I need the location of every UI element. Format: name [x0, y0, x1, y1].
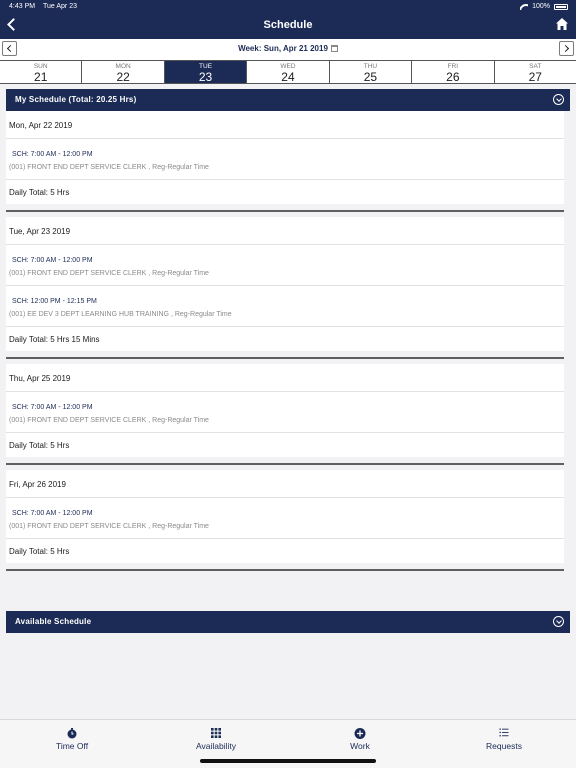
divider: [6, 463, 564, 465]
battery-percent: 100%: [532, 3, 550, 10]
available-schedule-title: Available Schedule: [15, 617, 92, 626]
navigation-bar: 4:43 PM Tue Apr 23 100% Schedule: [0, 0, 576, 39]
shift-time: SCH: 7:00 AM - 12:00 PM: [12, 151, 93, 158]
schedule-day: Mon, Apr 22 2019 SCH: 7:00 AM - 12:00 PM…: [6, 111, 564, 204]
home-icon[interactable]: [555, 17, 569, 31]
day-wed[interactable]: WED 24: [247, 61, 330, 84]
shift-time: SCH: 12:00 PM - 12:15 PM: [12, 298, 97, 305]
day-number: 26: [446, 70, 460, 84]
schedule-date: Mon, Apr 22 2019: [6, 111, 564, 139]
day-name: TUE: [199, 63, 213, 70]
chevron-right-icon: [561, 44, 570, 53]
page-title: Schedule: [263, 19, 313, 31]
day-number: 22: [116, 70, 130, 84]
shift-time: SCH: 7:00 AM - 12:00 PM: [12, 510, 93, 517]
time-off-icon: [67, 728, 77, 739]
day-strip: SUN 21 MON 22 TUE 23 WED 24 THU 25 FRI 26 SAT 2…: [0, 60, 576, 84]
shift-time: SCH: 7:00 AM - 12:00 PM: [12, 257, 93, 264]
divider: [6, 357, 564, 359]
grid-icon: [211, 728, 221, 738]
tab-label: Work: [350, 741, 370, 751]
shift-row[interactable]: SCH: 7:00 AM - 12:00 PM (001) FRONT END …: [6, 498, 564, 539]
week-selector: Week: Sun, Apr 21 2019: [0, 39, 576, 60]
schedule-day: Thu, Apr 25 2019 SCH: 7:00 AM - 12:00 PM…: [6, 364, 564, 457]
available-schedule-header[interactable]: Available Schedule: [6, 611, 570, 633]
divider: [6, 569, 564, 571]
day-sat[interactable]: SAT 27: [495, 61, 576, 84]
day-fri[interactable]: FRI 26: [412, 61, 495, 84]
divider: [6, 210, 564, 212]
wifi-icon: [520, 4, 528, 10]
status-indicators: 100%: [520, 3, 568, 10]
shift-description: (001) FRONT END DEPT SERVICE CLERK , Reg…: [9, 523, 209, 530]
day-number: 21: [34, 70, 48, 84]
day-name: THU: [363, 63, 378, 70]
daily-total: Daily Total: 5 Hrs 15 Mins: [6, 327, 564, 351]
day-name: FRI: [447, 63, 459, 70]
shift-row[interactable]: SCH: 7:00 AM - 12:00 PM (001) FRONT END …: [6, 392, 564, 433]
schedule-date: Tue, Apr 23 2019: [6, 217, 564, 245]
day-number: 24: [281, 70, 295, 84]
my-schedule-title: My Schedule (Total: 20.25 Hrs): [15, 95, 137, 104]
shift-row[interactable]: SCH: 7:00 AM - 12:00 PM (001) FRONT END …: [6, 245, 564, 286]
home-indicator[interactable]: [200, 759, 376, 763]
calendar-icon[interactable]: [330, 45, 338, 52]
day-number: 23: [198, 70, 213, 84]
battery-icon: [554, 3, 568, 10]
shift-row[interactable]: SCH: 7:00 AM - 12:00 PM (001) FRONT END …: [6, 139, 564, 180]
daily-total: Daily Total: 5 Hrs: [6, 539, 564, 563]
my-schedule-header[interactable]: My Schedule (Total: 20.25 Hrs): [6, 89, 570, 111]
day-name: SAT: [529, 63, 542, 70]
schedule-date: Fri, Apr 26 2019: [6, 470, 564, 498]
week-label-text: Week: Sun, Apr 21 2019: [238, 44, 328, 53]
daily-total: Daily Total: 5 Hrs: [6, 433, 564, 457]
day-number: 27: [528, 70, 542, 84]
tab-time-off[interactable]: Time Off: [0, 720, 144, 768]
schedule-date: Thu, Apr 25 2019: [6, 364, 564, 392]
tab-label: Availability: [195, 741, 236, 751]
collapse-icon[interactable]: [553, 616, 564, 627]
shift-row[interactable]: SCH: 12:00 PM - 12:15 PM (001) EE DEV 3 …: [6, 286, 564, 327]
plus-circle-icon: [354, 728, 366, 739]
tab-label: Time Off: [55, 741, 89, 751]
shift-description: (001) EE DEV 3 DEPT LEARNING HUB TRAININ…: [9, 311, 232, 318]
day-name: WED: [280, 63, 296, 70]
schedule-day: Tue, Apr 23 2019 SCH: 7:00 AM - 12:00 PM…: [6, 217, 564, 351]
status-time: 4:43 PM: [9, 3, 36, 10]
shift-time: SCH: 7:00 AM - 12:00 PM: [12, 404, 93, 411]
shift-description: (001) FRONT END DEPT SERVICE CLERK , Reg…: [9, 270, 209, 277]
day-number: 25: [363, 70, 378, 84]
shift-description: (001) FRONT END DEPT SERVICE CLERK , Reg…: [9, 417, 209, 424]
day-name: MON: [115, 63, 131, 70]
tab-label: Requests: [486, 741, 522, 751]
shift-description: (001) FRONT END DEPT SERVICE CLERK , Reg…: [9, 164, 209, 171]
day-mon[interactable]: MON 22: [82, 61, 165, 84]
week-label[interactable]: Week: Sun, Apr 21 2019: [0, 44, 576, 53]
day-tue[interactable]: TUE 23: [164, 61, 248, 84]
list-icon: [499, 728, 509, 737]
day-name: SUN: [33, 63, 48, 70]
status-date: Tue Apr 23: [43, 3, 77, 10]
schedule-day: Fri, Apr 26 2019 SCH: 7:00 AM - 12:00 PM…: [6, 470, 564, 563]
collapse-icon[interactable]: [553, 94, 564, 105]
tab-requests[interactable]: Requests: [432, 720, 576, 768]
day-sun[interactable]: SUN 21: [0, 61, 83, 84]
daily-total: Daily Total: 5 Hrs: [6, 180, 564, 204]
next-week-button[interactable]: [559, 41, 574, 56]
day-thu[interactable]: THU 25: [330, 61, 413, 84]
